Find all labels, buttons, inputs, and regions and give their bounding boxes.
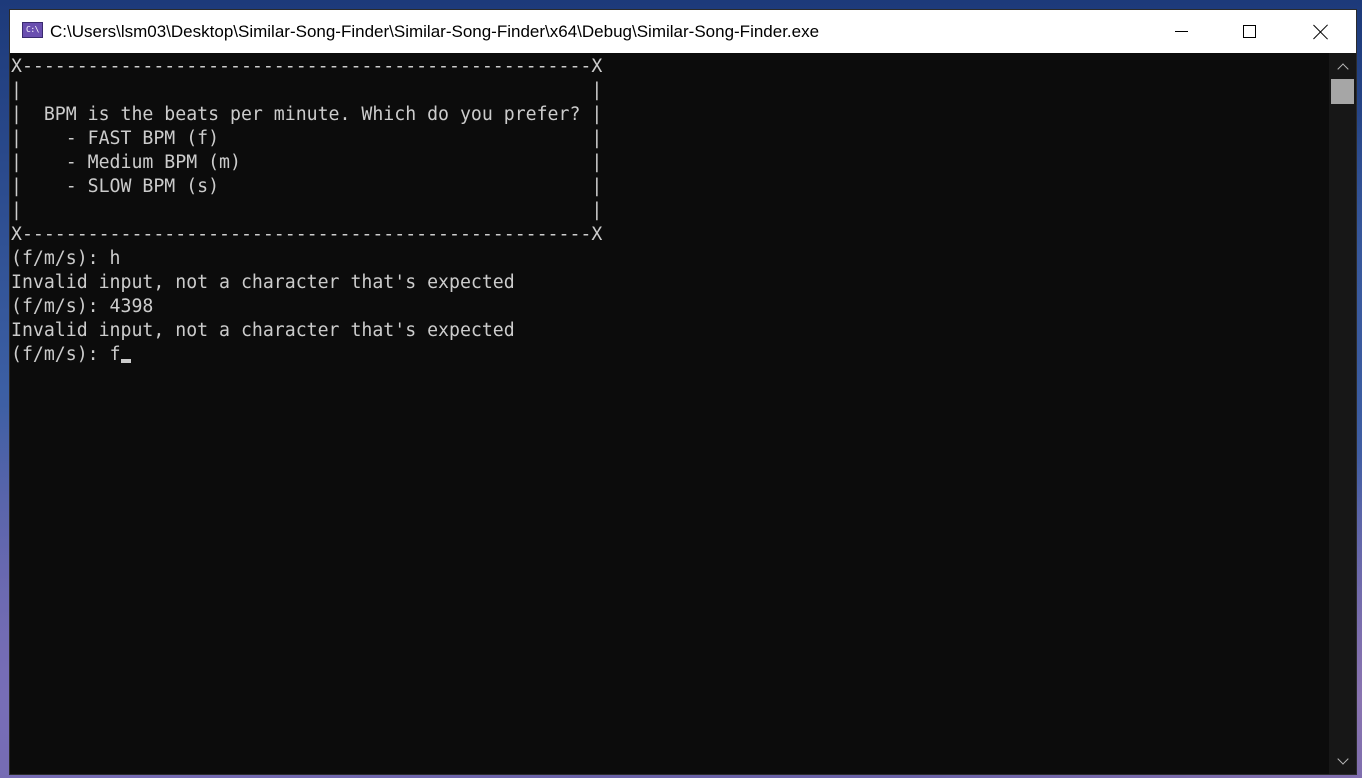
scroll-down-button[interactable]: [1329, 750, 1356, 772]
scroll-up-button[interactable]: [1329, 55, 1356, 77]
console-line: | - Medium BPM (m) |: [11, 152, 603, 173]
console-line: Invalid input, not a character that's ex…: [11, 272, 515, 293]
title-bar[interactable]: C:\ C:\Users\lsm03\Desktop\Similar-Song-…: [10, 10, 1356, 53]
console-line: | |: [11, 200, 603, 221]
minimize-icon: [1174, 31, 1188, 32]
console-line: | BPM is the beats per minute. Which do …: [11, 104, 603, 125]
console-output-area[interactable]: X---------------------------------------…: [10, 53, 1329, 774]
console-app-icon[interactable]: C:\: [22, 22, 43, 38]
vertical-scrollbar[interactable]: [1329, 53, 1356, 774]
maximize-button[interactable]: [1226, 10, 1272, 53]
close-button[interactable]: [1298, 10, 1344, 53]
chevron-up-icon: [1336, 62, 1349, 75]
scroll-thumb[interactable]: [1331, 79, 1354, 104]
console-line: | - SLOW BPM (s) |: [11, 176, 603, 197]
console-text: X---------------------------------------…: [11, 55, 602, 367]
chevron-down-icon: [1336, 752, 1349, 765]
current-input[interactable]: f: [110, 344, 121, 365]
window-title: C:\Users\lsm03\Desktop\Similar-Song-Find…: [50, 22, 820, 41]
console-line: Invalid input, not a character that's ex…: [11, 320, 515, 341]
minimize-button[interactable]: [1158, 10, 1204, 53]
maximize-icon: [1242, 25, 1256, 38]
console-line: | |: [11, 80, 603, 101]
console-window: C:\ C:\Users\lsm03\Desktop\Similar-Song-…: [10, 10, 1356, 774]
text-cursor: [120, 359, 131, 363]
console-line: (f/m/s): 4398: [11, 296, 154, 317]
console-line: X---------------------------------------…: [11, 224, 603, 245]
close-icon: [1313, 24, 1329, 40]
console-line: X---------------------------------------…: [11, 56, 603, 77]
input-prompt: (f/m/s):: [11, 344, 110, 365]
console-line: | - FAST BPM (f) |: [11, 128, 603, 149]
console-line: (f/m/s): h: [11, 248, 121, 269]
